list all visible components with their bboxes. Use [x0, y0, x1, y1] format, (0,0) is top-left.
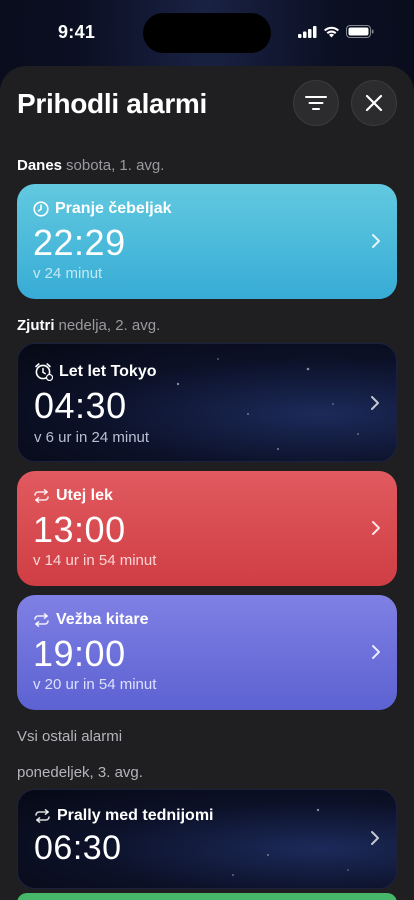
alarm-time: 22:29 — [33, 222, 126, 263]
close-button[interactable] — [351, 80, 397, 126]
chevron-right-icon — [371, 396, 379, 410]
alarm-time: 06:30 — [34, 829, 122, 867]
status-time: 9:41 — [58, 22, 96, 42]
close-icon — [365, 94, 383, 112]
alarm-card-partial[interactable] — [17, 893, 397, 900]
battery-icon — [346, 25, 374, 38]
status-icons — [298, 25, 374, 38]
section-header-today: Danes sobota, 1. avg. — [17, 157, 164, 174]
alarm-time: 19:00 — [33, 633, 126, 674]
dynamic-island — [143, 13, 271, 53]
alarm-label-row: Pranje čebeljak — [33, 200, 172, 218]
alarm-label-row: Utej lek — [33, 487, 113, 505]
section-header-monday: ponedeljek, 3. avg. — [17, 764, 143, 781]
filter-button[interactable] — [293, 80, 339, 126]
alarm-card[interactable]: Utej lek 13:00 v 14 ur in 54 minut — [17, 471, 397, 586]
alarm-remaining: v 6 ur in 24 minut — [34, 429, 150, 446]
section-date: sobota, 1. avg. — [66, 157, 165, 174]
alarm-clock-icon — [35, 363, 53, 381]
chevron-right-icon — [372, 234, 380, 248]
repeat-icon — [34, 489, 49, 503]
section-date: nedelja, 2. avg. — [58, 317, 161, 334]
alarm-label-row: Vežba kitare — [33, 611, 149, 629]
section-label: Danes — [17, 157, 63, 174]
alarm-time: 04:30 — [34, 385, 127, 426]
chevron-right-icon — [372, 645, 380, 659]
alarm-remaining: v 24 minut — [33, 265, 103, 282]
page-title: Prihodli alarmi — [17, 88, 207, 119]
alarm-card[interactable]: Prally med tednijomi 06:30 — [17, 789, 397, 889]
alarm-card[interactable]: Vežba kitare 19:00 v 20 ur in 54 minut — [17, 595, 397, 710]
upcoming-alarms-sheet: Prihodli alarmi Danes sobota, 1. avg. Pra… — [0, 66, 414, 900]
alarm-name: Prally med tednijomi — [57, 807, 214, 824]
alarm-label-row: Let let Tokyo — [34, 362, 157, 381]
section-header-others: Vsi ostali alarmi — [17, 728, 123, 745]
alarm-name: Pranje čebeljak — [55, 200, 172, 217]
alarm-card[interactable]: Let let Tokyo 04:30 v 6 ur in 24 minut — [17, 343, 397, 462]
chevron-right-icon — [371, 831, 379, 845]
alarm-remaining: v 20 ur in 54 minut — [33, 676, 157, 693]
alarm-name: Vežba kitare — [56, 611, 149, 628]
alarm-time: 13:00 — [33, 509, 126, 550]
repeat-icon — [34, 613, 49, 627]
alarm-card[interactable]: Pranje čebeljak 22:29 v 24 minut — [17, 184, 397, 299]
alarm-name: Let let Tokyo — [59, 362, 157, 380]
section-label: Zjutri — [17, 317, 55, 334]
repeat-icon — [35, 809, 50, 823]
chevron-right-icon — [372, 521, 380, 535]
status-bar: 9:41 — [0, 0, 414, 60]
cellular-signal-icon — [298, 25, 317, 38]
section-header-tomorrow: Zjutri nedelja, 2. avg. — [17, 317, 160, 334]
wifi-icon — [324, 26, 339, 37]
clock-icon — [33, 201, 49, 217]
alarm-remaining: v 14 ur in 54 minut — [33, 552, 157, 569]
alarm-name: Utej lek — [56, 487, 113, 504]
filter-icon — [305, 96, 327, 110]
alarm-label-row: Prally med tednijomi — [34, 807, 213, 825]
